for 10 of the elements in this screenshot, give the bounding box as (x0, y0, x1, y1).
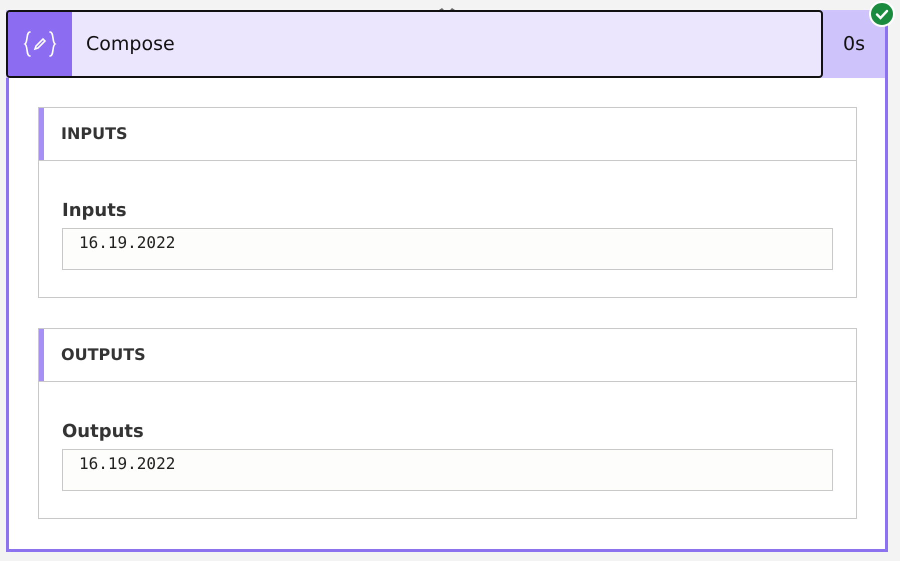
section-heading: OUTPUTS (39, 329, 856, 382)
field-label: Outputs (62, 420, 145, 444)
section-heading: INPUTS (39, 108, 856, 161)
action-title: Compose (85, 32, 175, 57)
duration-label: 0s (842, 32, 866, 57)
action-header[interactable]: Compose 0s (6, 10, 885, 78)
value-field: 16.19.2022 (62, 228, 833, 270)
field-label: Inputs (62, 199, 128, 223)
compose-icon (8, 12, 72, 76)
value-field: 16.19.2022 (62, 449, 833, 491)
